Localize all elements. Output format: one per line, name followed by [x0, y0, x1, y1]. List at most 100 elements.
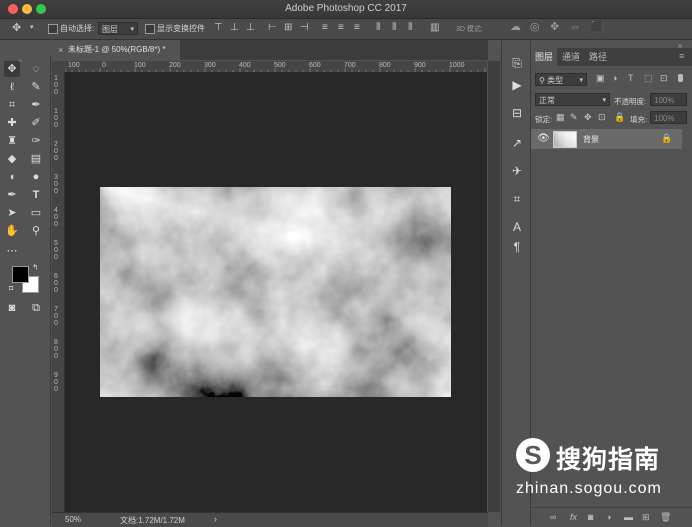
layer-lock-icon: 🔒 — [661, 133, 673, 143]
move-tool-icon[interactable]: ✥ — [12, 23, 21, 34]
filter-shape-icon[interactable]: ⬚ — [644, 74, 653, 83]
distribute-bottom-icon[interactable]: ≡ — [354, 23, 360, 33]
ruler-label: 0 — [54, 122, 58, 129]
foreground-color-swatch[interactable] — [12, 266, 29, 283]
eyedropper-tool-icon[interactable]: ✒ — [28, 97, 44, 113]
screen-mode-icon[interactable]: ⧉ — [28, 300, 44, 316]
layer-visibility-eye-icon[interactable]: 👁 — [537, 133, 550, 144]
tab-layers[interactable]: 图层 — [531, 48, 557, 66]
distribute-right-icon[interactable]: ⦀ — [408, 23, 412, 33]
marquee-tool-icon[interactable]: ◌ — [28, 61, 44, 77]
auto-select-target-dropdown[interactable]: 图层 ▾ — [98, 22, 138, 35]
hand-tool-icon[interactable]: ✋ — [4, 223, 20, 239]
align-hcenter-icon[interactable]: ⊞ — [284, 23, 292, 33]
lock-transparent-icon[interactable]: ▦ — [556, 113, 565, 122]
align-right-icon[interactable]: ⊣ — [300, 23, 309, 33]
properties-panel-icon[interactable]: ⊟ — [509, 105, 525, 121]
close-tab-icon[interactable]: × — [58, 40, 63, 60]
more-tools-icon[interactable]: ⋯ — [4, 243, 20, 259]
link-layers-icon[interactable]: ∞ — [550, 512, 556, 522]
history-brush-tool-icon[interactable]: ✑ — [28, 133, 44, 149]
align-left-icon[interactable]: ⊢ — [268, 23, 277, 33]
crop-panel-icon[interactable]: ⌗ — [509, 191, 525, 207]
vertical-ruler[interactable]: 100100200300400500600700800900 — [52, 72, 65, 512]
healing-brush-tool-icon[interactable]: ✚ — [4, 115, 20, 131]
distribute-left-icon[interactable]: ⦀ — [376, 23, 380, 33]
gradient-tool-icon[interactable]: ▤ — [28, 151, 44, 167]
3d-drag-icon[interactable]: ✥ — [550, 22, 559, 33]
align-bottom-icon[interactable]: ⊥ — [246, 23, 255, 33]
3d-scale-icon[interactable]: ⬛ — [590, 22, 604, 33]
layer-name[interactable]: 背景 — [583, 134, 599, 145]
add-style-fx-icon[interactable]: fx — [570, 512, 577, 522]
lock-pixels-icon[interactable]: ✎ — [570, 113, 578, 122]
dodge-tool-icon[interactable]: ● — [28, 169, 44, 185]
brush-tool-icon[interactable]: ✐ — [28, 115, 44, 131]
swap-colors-icon[interactable]: ↰ — [32, 263, 39, 272]
actions-panel-icon[interactable]: ▶ — [509, 77, 525, 93]
tab-paths[interactable]: 路径 — [585, 48, 611, 66]
new-fill-adjustment-icon[interactable]: ◑ — [606, 512, 611, 522]
align-top-icon[interactable]: ⊤ — [214, 23, 223, 33]
chevron-down-icon[interactable]: ▾ — [30, 24, 34, 31]
new-group-icon[interactable]: ▬ — [624, 512, 633, 522]
layer-kind-filter[interactable]: ⚲ 类型 ▾ — [535, 73, 587, 86]
filter-type-icon[interactable]: T — [628, 74, 634, 83]
filter-smart-icon[interactable]: ⊡ — [660, 74, 668, 83]
add-mask-icon[interactable]: ◙ — [588, 512, 593, 522]
auto-align-icon[interactable]: ▥ — [430, 23, 439, 33]
character-panel-icon[interactable]: A — [509, 219, 525, 235]
eraser-tool-icon[interactable]: ◆ — [4, 151, 20, 167]
panel-menu-icon[interactable]: ≡ — [679, 51, 684, 61]
document-tab[interactable]: × 未标题-1 @ 50%(RGB/8*) * — [52, 40, 180, 60]
filter-toggle-icon[interactable] — [678, 74, 683, 82]
brush-panel-icon[interactable]: ✈ — [509, 163, 525, 179]
type-tool-icon[interactable]: T — [28, 187, 44, 203]
lock-artboard-icon[interactable]: ⊡ — [598, 113, 606, 122]
delete-layer-icon[interactable]: 🗑 — [660, 512, 671, 523]
distribute-vcenter-icon[interactable]: ≡ — [338, 23, 344, 33]
blend-mode-dropdown[interactable]: 正常 ▾ — [535, 93, 610, 106]
quick-select-tool-icon[interactable]: ✎ — [28, 79, 44, 95]
distribute-hcenter-icon[interactable]: ⦀ — [392, 23, 396, 33]
new-layer-icon[interactable]: ⊞ — [642, 512, 650, 523]
auto-select-checkbox[interactable] — [48, 24, 58, 34]
ruler-label: 0 — [54, 214, 58, 221]
zoom-tool-icon[interactable]: ⚲ — [28, 223, 44, 239]
lock-all-icon[interactable]: 🔒 — [614, 113, 625, 122]
3d-roll-icon[interactable]: ◎ — [530, 22, 540, 33]
quick-mask-icon[interactable]: ◙ — [4, 300, 20, 316]
adjustments-panel-icon[interactable]: ↗ — [509, 135, 525, 151]
clone-stamp-tool-icon[interactable]: ♜ — [4, 133, 20, 149]
pen-tool-icon[interactable]: ✒ — [4, 187, 20, 203]
layer-row[interactable]: 👁 背景 🔒 — [531, 129, 682, 149]
tab-channels[interactable]: 通道 — [558, 48, 584, 66]
fill-input[interactable]: 100% — [650, 111, 687, 124]
document-canvas[interactable] — [100, 187, 451, 397]
filter-pixel-icon[interactable]: ▣ — [596, 74, 605, 83]
crop-tool-icon[interactable]: ⌗ — [4, 97, 20, 113]
rectangle-tool-icon[interactable]: ▭ — [28, 205, 44, 221]
filter-adjustment-icon[interactable]: ◑ — [612, 74, 617, 83]
distribute-top-icon[interactable]: ≡ — [322, 23, 328, 33]
3d-slide-icon[interactable]: ⇔ — [570, 22, 581, 33]
align-vcenter-icon[interactable]: ⊥ — [230, 23, 239, 33]
move-tool-icon[interactable]: ✥ — [4, 61, 20, 77]
vertical-scrollbar[interactable] — [488, 61, 500, 512]
blur-tool-icon[interactable]: ◖ — [4, 169, 20, 185]
document-tab-label: 未标题-1 @ 50%(RGB/8*) * — [68, 45, 166, 54]
options-bar: ✥ ▾ 自动选择: 图层 ▾ 显示变换控件 ⊤ ⊥ ⊥ ⊢ ⊞ ⊣ ≡ ≡ ≡ ⦀… — [0, 19, 692, 40]
opacity-input[interactable]: 100% — [650, 93, 687, 106]
paragraph-panel-icon[interactable]: ¶ — [509, 239, 525, 255]
path-select-tool-icon[interactable]: ➤ — [4, 205, 20, 221]
ruler-label: 0 — [54, 115, 58, 122]
ruler-label: 0 — [54, 386, 58, 393]
status-menu-arrow[interactable]: › — [214, 514, 217, 524]
default-colors-icon[interactable]: ◘ — [9, 285, 13, 292]
lasso-tool-icon[interactable]: ℓ — [4, 79, 20, 95]
lock-position-icon[interactable]: ✥ — [584, 113, 592, 122]
history-panel-icon[interactable]: ⎘ — [509, 55, 525, 71]
zoom-level[interactable]: 50% — [65, 515, 81, 524]
show-transform-checkbox[interactable] — [145, 24, 155, 34]
3d-orbit-icon[interactable]: ☁ — [510, 22, 521, 33]
